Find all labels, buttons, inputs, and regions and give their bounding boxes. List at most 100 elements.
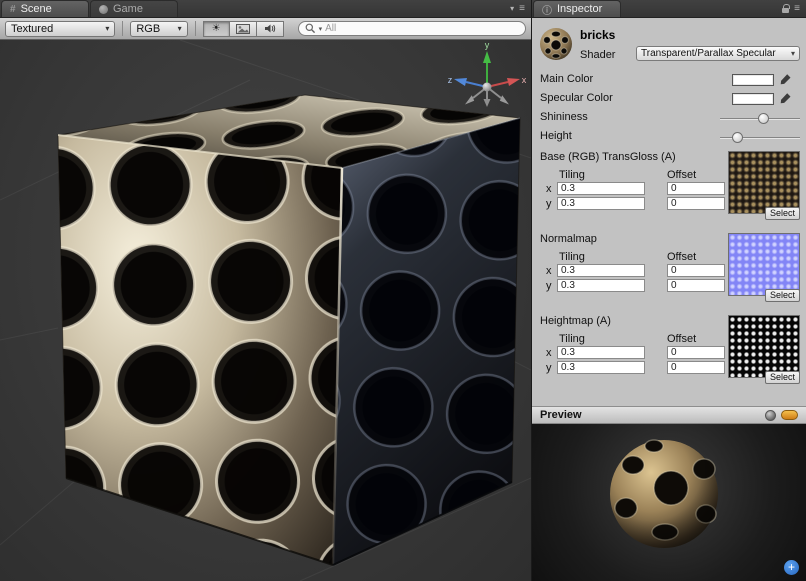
offset-x-input[interactable] xyxy=(667,182,725,195)
offset-header: Offset xyxy=(667,251,696,263)
search-icon xyxy=(305,23,316,34)
inspector-tabbar: ⓘ Inspector ≡ xyxy=(531,0,806,18)
preview-lighting-toggle-icon[interactable] xyxy=(781,410,798,420)
inspector-lock-icon[interactable] xyxy=(782,8,789,13)
material-sphere-icon xyxy=(538,26,574,62)
tiling-x-input[interactable] xyxy=(557,264,645,277)
tiling-header: Tiling xyxy=(559,251,585,263)
tiling-y-input[interactable] xyxy=(557,361,645,374)
scene-grid-icon: # xyxy=(10,4,16,15)
scene-search-field[interactable]: ▾ xyxy=(298,21,526,36)
preview-add-button[interactable]: + xyxy=(784,560,799,575)
x-row-label: x xyxy=(546,183,552,195)
texture-section-title: Base (RGB) TransGloss (A) xyxy=(540,151,676,163)
shininess-slider[interactable] xyxy=(720,118,800,120)
tiling-header: Tiling xyxy=(559,169,585,181)
toolbar-divider xyxy=(195,21,196,36)
texture-section-title: Heightmap (A) xyxy=(540,315,611,327)
gizmo-axis-neg xyxy=(500,95,509,104)
tab-scene-label: Scene xyxy=(21,3,52,15)
material-name: bricks xyxy=(580,28,615,42)
base-texture-select-button[interactable]: Select xyxy=(765,207,800,220)
offset-header: Offset xyxy=(667,333,696,345)
texture-section-title: Normalmap xyxy=(540,233,597,245)
offset-y-input[interactable] xyxy=(667,279,725,292)
offset-y-input[interactable] xyxy=(667,197,725,210)
tiling-y-input[interactable] xyxy=(557,279,645,292)
tab-game[interactable]: Game xyxy=(90,0,178,17)
scene-tabbar: # Scene Game ▾ ≡ xyxy=(0,0,531,18)
shader-field-label: Shader xyxy=(580,49,615,61)
gizmo-axis-y xyxy=(483,51,491,63)
inspector-info-icon: ⓘ xyxy=(542,2,552,17)
shader-dropdown[interactable]: Transparent/Parallax Specular ▾ xyxy=(636,46,800,61)
shader-value: Transparent/Parallax Specular xyxy=(641,48,776,59)
offset-y-input[interactable] xyxy=(667,361,725,374)
tiling-x-input[interactable] xyxy=(557,182,645,195)
tab-inspector[interactable]: ⓘ Inspector xyxy=(533,0,621,17)
gizmo-z-label: z xyxy=(448,75,453,85)
speaker-icon xyxy=(264,23,276,34)
game-controller-icon xyxy=(99,5,108,14)
scene-viewport[interactable]: y x z xyxy=(0,40,531,581)
preview-header[interactable]: Preview xyxy=(532,406,806,424)
scene-lighting-toggle[interactable]: ☀ xyxy=(203,21,230,37)
gizmo-x-label: x xyxy=(522,75,527,85)
chevron-down-icon: ▾ xyxy=(105,24,109,33)
draw-mode-dropdown[interactable]: Textured ▾ xyxy=(5,21,115,37)
tiling-x-input[interactable] xyxy=(557,346,645,359)
gizmo-y-label: y xyxy=(485,40,490,50)
normalmap-select-button[interactable]: Select xyxy=(765,289,800,302)
height-slider-knob[interactable] xyxy=(732,132,743,143)
offset-x-input[interactable] xyxy=(667,346,725,359)
inspector-menu-icon[interactable]: ≡ xyxy=(794,3,800,14)
tab-inspector-label: Inspector xyxy=(557,3,602,15)
shininess-label: Shininess xyxy=(540,111,588,123)
gizmo-center xyxy=(483,83,492,92)
preview-title: Preview xyxy=(540,409,582,421)
base-texture-thumbnail[interactable] xyxy=(728,151,800,214)
preview-sphere-icon[interactable] xyxy=(765,410,776,421)
render-mode-dropdown[interactable]: RGB ▾ xyxy=(130,21,187,37)
chevron-down-icon: ▾ xyxy=(178,24,182,33)
gizmo-axis-x xyxy=(507,78,520,86)
panel-menu-icon[interactable]: ≡ xyxy=(519,3,525,14)
bricks-cube[interactable] xyxy=(58,95,520,565)
specular-color-swatch[interactable] xyxy=(732,93,774,105)
x-row-label: x xyxy=(546,265,552,277)
tab-game-label: Game xyxy=(113,3,143,15)
main-color-swatch[interactable] xyxy=(732,74,774,86)
y-row-label: y xyxy=(546,198,552,210)
gizmo-axis-z xyxy=(454,78,467,86)
orientation-gizmo[interactable]: y x z xyxy=(448,40,527,107)
scene-audio-toggle[interactable] xyxy=(257,21,284,37)
tiling-header: Tiling xyxy=(559,333,585,345)
shininess-slider-knob[interactable] xyxy=(758,113,769,124)
tab-scene[interactable]: # Scene xyxy=(1,0,89,17)
eyedropper-icon[interactable] xyxy=(779,73,792,86)
search-input[interactable] xyxy=(325,23,519,34)
material-preview-area[interactable]: + xyxy=(532,424,806,581)
toolbar-divider xyxy=(122,21,123,36)
height-label: Height xyxy=(540,130,572,142)
y-row-label: y xyxy=(546,362,552,374)
heightmap-select-button[interactable]: Select xyxy=(765,371,800,384)
sun-icon: ☀ xyxy=(212,23,221,34)
draw-mode-value: Textured xyxy=(11,23,53,35)
gizmo-axis-neg xyxy=(484,99,491,107)
eyedropper-icon[interactable] xyxy=(779,92,792,105)
height-slider[interactable] xyxy=(720,137,800,139)
scene-skybox-toggle[interactable] xyxy=(230,21,257,37)
offset-header: Offset xyxy=(667,169,696,181)
layout-dropdown-icon[interactable]: ▾ xyxy=(510,4,514,13)
heightmap-texture-thumbnail[interactable] xyxy=(728,315,800,378)
image-icon xyxy=(236,24,250,34)
unity-editor-window: # Scene Game ▾ ≡ Textured ▾ RGB ▾ ☀ xyxy=(0,0,806,581)
tiling-y-input[interactable] xyxy=(557,197,645,210)
x-row-label: x xyxy=(546,347,552,359)
inspector-panel: bricks ⚙ Shader Transparent/Parallax Spe… xyxy=(531,18,806,581)
normalmap-texture-thumbnail[interactable] xyxy=(728,233,800,296)
search-filter-chevron-icon[interactable]: ▾ xyxy=(319,25,323,33)
chevron-down-icon: ▾ xyxy=(791,49,795,58)
offset-x-input[interactable] xyxy=(667,264,725,277)
